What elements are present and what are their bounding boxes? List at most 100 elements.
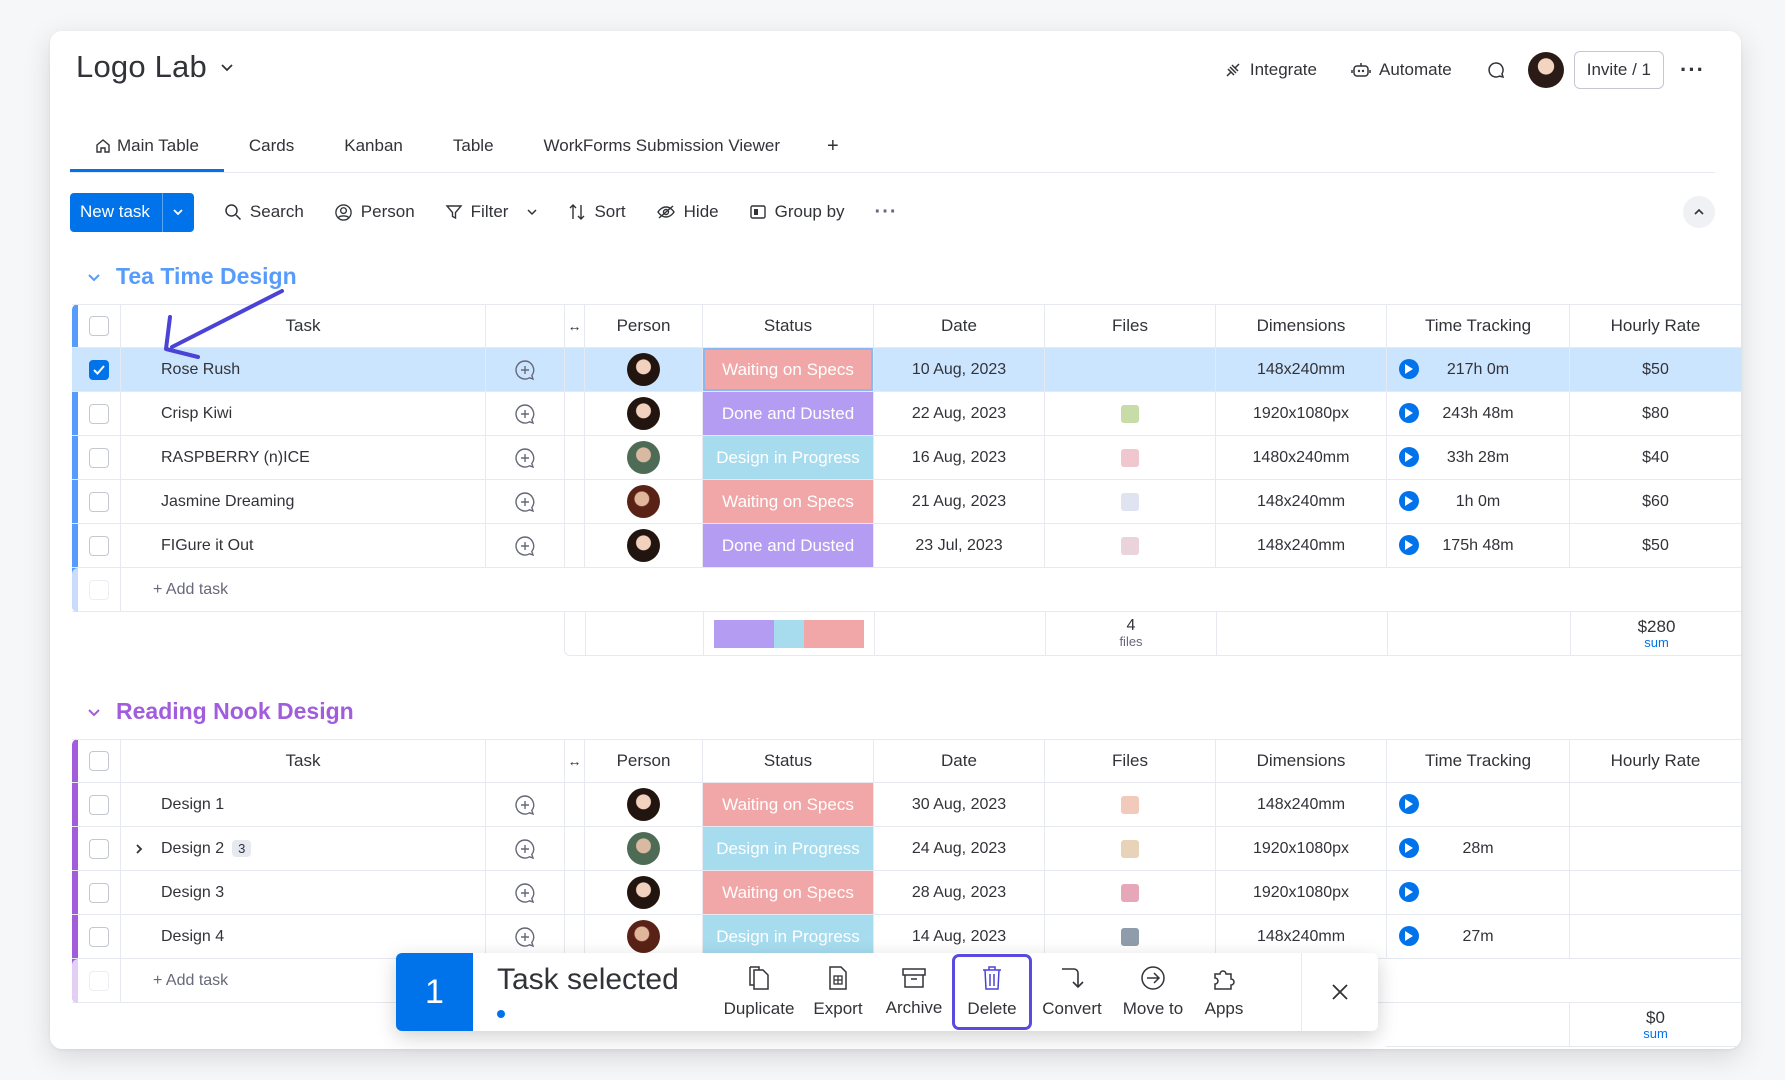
tab-table[interactable]: Table [428,120,519,172]
files-cell[interactable] [1044,871,1215,914]
play-icon[interactable] [1399,882,1419,902]
person-cell[interactable] [584,392,702,435]
close-selection-button[interactable] [1301,953,1378,1031]
row-checkbox-cell[interactable] [78,392,120,435]
tab-cards[interactable]: Cards [224,120,319,172]
row-checkbox[interactable] [89,838,109,859]
table-row[interactable]: Rose Rush Waiting on Specs 10 Aug, 2023 … [72,348,1741,392]
files-cell[interactable] [1044,524,1215,567]
row-checkbox-cell[interactable] [78,871,120,914]
table-row[interactable]: Design 2 3 Design in Progress 24 Aug, 20… [72,827,1741,871]
row-checkbox[interactable] [89,794,109,815]
play-icon[interactable] [1399,359,1419,379]
person-cell[interactable] [584,480,702,523]
row-checkbox-cell[interactable] [78,480,120,523]
row-checkbox[interactable] [89,535,109,556]
column-header-time-tracking[interactable]: Time Tracking [1386,305,1569,347]
file-thumbnail[interactable] [1121,404,1139,423]
hourly-rate-cell[interactable]: $50 [1569,348,1741,391]
date-cell[interactable]: 10 Aug, 2023 [873,348,1044,391]
dimensions-cell[interactable]: 148x240mm [1215,783,1386,826]
hourly-rate-cell[interactable] [1569,783,1741,826]
hide-button[interactable]: Hide [656,202,719,222]
column-header-dimensions[interactable]: Dimensions [1215,740,1386,782]
status-cell[interactable]: Done and Dusted [702,524,873,567]
files-cell[interactable] [1044,392,1215,435]
duplicate-button[interactable]: Duplicate [722,953,796,1031]
time-tracking-cell[interactable]: 33h 28m [1386,436,1569,479]
person-cell[interactable] [584,871,702,914]
row-checkbox[interactable] [89,882,109,903]
column-header-date[interactable]: Date [873,305,1044,347]
play-icon[interactable] [1399,403,1419,423]
add-task-input[interactable]: + Add task [120,568,720,611]
time-tracking-cell[interactable]: 27m [1386,915,1569,958]
file-thumbnail[interactable] [1121,839,1139,858]
column-header-person[interactable]: Person [584,740,702,782]
group-header-tea-time[interactable]: Tea Time Design [86,263,297,290]
task-name-cell[interactable]: Design 1 [120,783,485,826]
files-cell[interactable] [1044,436,1215,479]
table-row[interactable]: Crisp Kiwi Done and Dusted 22 Aug, 2023 … [72,392,1741,436]
play-icon[interactable] [1399,926,1419,946]
add-update-icon[interactable] [514,535,536,557]
person-cell[interactable] [584,827,702,870]
status-cell[interactable]: Waiting on Specs [702,348,873,391]
play-icon[interactable] [1399,794,1419,814]
hourly-rate-cell[interactable]: $50 [1569,524,1741,567]
more-options-icon[interactable]: ··· [1674,57,1711,83]
updates-button[interactable] [1474,51,1518,89]
dimensions-cell[interactable]: 1480x240mm [1215,436,1386,479]
add-update-cell[interactable] [485,871,564,914]
task-name-cell[interactable]: RASPBERRY (n)ICE [120,436,485,479]
table-row[interactable]: FIGure it Out Done and Dusted 23 Jul, 20… [72,524,1741,568]
hourly-rate-cell[interactable] [1569,871,1741,914]
row-checkbox[interactable] [89,926,109,947]
file-thumbnail[interactable] [1121,492,1139,511]
dimensions-cell[interactable]: 1920x1080px [1215,392,1386,435]
table-row[interactable]: RASPBERRY (n)ICE Design in Progress 16 A… [72,436,1741,480]
play-icon[interactable] [1399,535,1419,555]
column-header-hourly-rate[interactable]: Hourly Rate [1569,740,1741,782]
column-header-time-tracking[interactable]: Time Tracking [1386,740,1569,782]
add-update-cell[interactable] [485,480,564,523]
hourly-rate-cell[interactable]: $40 [1569,436,1741,479]
table-row[interactable]: Jasmine Dreaming Waiting on Specs 21 Aug… [72,480,1741,524]
time-tracking-cell[interactable]: 28m [1386,827,1569,870]
status-cell[interactable]: Waiting on Specs [702,783,873,826]
files-cell[interactable] [1044,915,1215,958]
new-task-button[interactable]: New task [70,192,194,232]
row-checkbox-cell[interactable] [78,783,120,826]
filter-button[interactable]: Filter [445,202,539,222]
row-checkbox[interactable] [89,491,109,512]
tab-main-table[interactable]: Main Table [70,120,224,172]
files-cell[interactable] [1044,348,1215,391]
delete-button[interactable]: Delete [952,954,1032,1030]
table-row[interactable]: Design 1 Waiting on Specs 30 Aug, 2023 1… [72,783,1741,827]
automate-button[interactable]: Automate [1339,51,1464,89]
hourly-rate-cell[interactable]: $80 [1569,392,1741,435]
person-cell[interactable] [584,524,702,567]
search-button[interactable]: Search [224,202,304,222]
dimensions-cell[interactable]: 148x240mm [1215,524,1386,567]
files-cell[interactable] [1044,827,1215,870]
time-tracking-cell[interactable]: 217h 0m [1386,348,1569,391]
convert-button[interactable]: Convert [1038,953,1106,1031]
file-thumbnail[interactable] [1121,448,1139,467]
person-cell[interactable] [584,436,702,479]
tab-kanban[interactable]: Kanban [319,120,428,172]
date-cell[interactable]: 24 Aug, 2023 [873,827,1044,870]
task-name-cell[interactable]: FIGure it Out [120,524,485,567]
status-cell[interactable]: Done and Dusted [702,392,873,435]
play-icon[interactable] [1399,838,1419,858]
add-update-cell[interactable] [485,436,564,479]
column-resize-handle[interactable]: ↔ [564,740,584,782]
time-tracking-cell[interactable]: 1h 0m [1386,480,1569,523]
chevron-down-icon[interactable] [86,704,102,720]
tab-workforms-viewer[interactable]: WorkForms Submission Viewer [519,120,806,172]
add-update-cell[interactable] [485,348,564,391]
integrate-button[interactable]: Integrate [1212,51,1329,89]
add-view-button[interactable]: + [805,120,861,172]
column-header-dimensions[interactable]: Dimensions [1215,305,1386,347]
date-cell[interactable]: 16 Aug, 2023 [873,436,1044,479]
